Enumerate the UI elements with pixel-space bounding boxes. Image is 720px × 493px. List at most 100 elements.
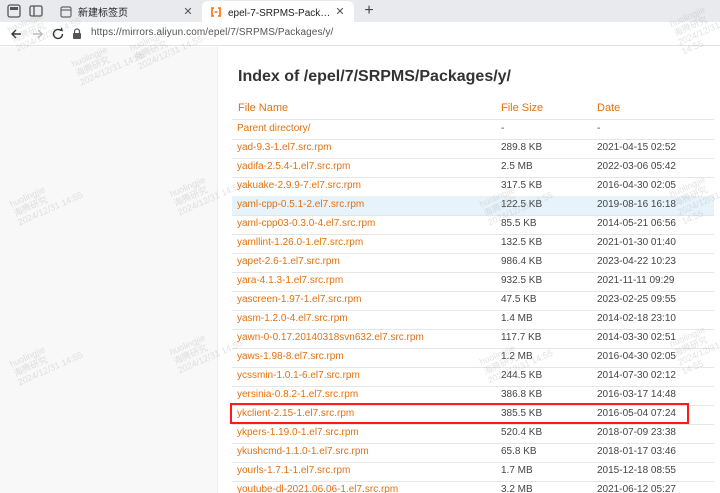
file-link[interactable]: yara-4.1.3-1.el7.src.rpm [237,275,343,286]
file-row: yaml-cpp-0.5.1-2.el7.src.rpm 122.5 KB 2019… [232,196,714,215]
lock-icon[interactable] [70,27,84,41]
tab-actions-icon[interactable] [28,3,44,19]
file-size: 986.4 KB [501,256,543,267]
file-size: 289.8 KB [501,142,543,153]
file-date: 2014-03-30 02:51 [597,332,676,343]
column-header-date[interactable]: Date [597,102,620,114]
file-date: 2022-03-06 05:42 [597,161,676,172]
file-date: 2014-02-18 23:10 [597,313,676,324]
file-date: 2016-04-30 02:05 [597,180,676,191]
tab-title: 新建标签页 [78,8,128,19]
page-left-margin [0,47,218,493]
file-link[interactable]: yamllint-1.26.0-1.el7.src.rpm [237,237,363,248]
forward-arrow-icon[interactable] [30,26,46,42]
file-date: 2019-08-16 16:18 [597,199,676,210]
file-size: 122.5 KB [501,199,543,210]
file-date: 2018-07-09 23:38 [597,427,676,438]
file-row: Parent directory/ - - [232,120,714,139]
reload-icon[interactable] [50,26,66,42]
file-link[interactable]: yersinia-0.8.2-1.el7.src.rpm [237,389,358,400]
file-date: 2016-04-30 02:05 [597,351,676,362]
highlight-callout-box [230,403,689,424]
file-date: 2021-06-12 05:27 [597,484,676,493]
file-size: 65.8 KB [501,446,537,457]
file-row: ykpers-1.19.0-1.el7.src.rpm 520.4 KB 2018-… [232,424,714,443]
file-date: - [597,123,601,134]
close-icon[interactable]: ✕ [334,6,346,18]
new-tab-page-icon [60,5,72,18]
file-row: yaws-1.98-8.el7.src.rpm 1.2 MB 2016-04-30 … [232,348,714,367]
file-size: 1.2 MB [501,351,533,362]
file-row: ykushcmd-1.1.0-1.el7.src.rpm 65.8 KB 2018-… [232,443,714,462]
file-size: 2.5 MB [501,161,533,172]
address-toolbar: https://mirrors.aliyun.com/epel/7/SRPMS/… [0,22,720,46]
file-size: 386.8 KB [501,389,543,400]
file-link[interactable]: yad-9.3-1.el7.src.rpm [237,142,331,153]
file-row: yawn-0-0.17.20140318svn632.el7.src.rpm 11… [232,329,714,348]
file-link[interactable]: yakuake-2.9.9-7.el7.src.rpm [237,180,361,191]
file-link[interactable]: ykpers-1.19.0-1.el7.src.rpm [237,427,359,438]
file-size: 932.5 KB [501,275,543,286]
file-link[interactable]: yourls-1.7.1-1.el7.src.rpm [237,465,350,476]
file-size: 3.2 MB [501,484,533,493]
tab-strip: 新建标签页 ✕ epel-7-SRPMS-Packages-y安装包 ✕ + [0,0,720,22]
file-row: yascreen-1.97-1.el7.src.rpm 47.5 KB 2023-0… [232,291,714,310]
file-date: 2021-11-11 09:29 [597,275,675,286]
file-link[interactable]: yadifa-2.5.4-1.el7.src.rpm [237,161,350,172]
file-date: 2015-12-18 08:55 [597,465,676,476]
file-row: ycssmin-1.0.1-6.el7.src.rpm 244.5 KB 2014-… [232,367,714,386]
file-link[interactable]: yapet-2.6-1.el7.src.rpm [237,256,340,267]
file-size: 117.7 KB [501,332,542,343]
file-size: 1.4 MB [501,313,533,324]
url-field[interactable]: https://mirrors.aliyun.com/epel/7/SRPMS/… [91,27,333,38]
file-size: 85.5 KB [501,218,537,229]
file-link[interactable]: yawn-0-0.17.20140318svn632.el7.src.rpm [237,332,424,343]
column-header-file-size[interactable]: File Size [501,102,543,114]
file-link[interactable]: yaws-1.98-8.el7.src.rpm [237,351,344,362]
file-row: yadifa-2.5.4-1.el7.src.rpm 2.5 MB 2022-03-… [232,158,714,177]
file-date: 2016-03-17 14:48 [597,389,676,400]
file-row: yourls-1.7.1-1.el7.src.rpm 1.7 MB 2015-12-… [232,462,714,481]
page-title: Index of /epel/7/SRPMS/Packages/y/ [238,68,511,85]
file-row: yasm-1.2.0-4.el7.src.rpm 1.4 MB 2014-02-18… [232,310,714,329]
profile-icon[interactable] [6,3,22,19]
column-header-file-name[interactable]: File Name [238,102,288,114]
file-date: 2021-04-15 02:52 [597,142,676,153]
file-size: 132.5 KB [501,237,543,248]
file-link[interactable]: ycssmin-1.0.1-6.el7.src.rpm [237,370,360,381]
file-date: 2023-04-22 10:23 [597,256,676,267]
parent-directory-link[interactable]: Parent directory/ [237,123,310,134]
directory-listing: Index of /epel/7/SRPMS/Packages/y/ File … [218,47,720,493]
file-date: 2014-05-21 06:56 [597,218,676,229]
file-date: 2014-07-30 02:12 [597,370,676,381]
new-tab-button[interactable]: + [360,2,378,20]
file-size: 317.5 KB [501,180,543,191]
aliyun-favicon-icon [211,6,221,17]
close-icon[interactable]: ✕ [182,6,194,18]
file-row: yaml-cpp03-0.3.0-4.el7.src.rpm 85.5 KB 201… [232,215,714,234]
file-size: 244.5 KB [501,370,543,381]
file-row: yamllint-1.26.0-1.el7.src.rpm 132.5 KB 202… [232,234,714,253]
file-link[interactable]: yaml-cpp-0.5.1-2.el7.src.rpm [237,199,364,210]
tab-epel-packages[interactable]: epel-7-SRPMS-Packages-y安装包 ✕ [202,1,354,22]
tab-title: epel-7-SRPMS-Packages-y安装包 [228,8,334,19]
file-size: 47.5 KB [501,294,537,305]
back-arrow-icon[interactable] [8,26,24,42]
file-row: yara-4.1.3-1.el7.src.rpm 932.5 KB 2021-11-… [232,272,714,291]
file-size: 520.4 KB [501,427,543,438]
file-date: 2021-01-30 01:40 [597,237,676,248]
file-link[interactable]: yaml-cpp03-0.3.0-4.el7.src.rpm [237,218,375,229]
tab-new-tab[interactable]: 新建标签页 ✕ [52,1,202,22]
file-row: yapet-2.6-1.el7.src.rpm 986.4 KB 2023-04-2… [232,253,714,272]
file-row: yad-9.3-1.el7.src.rpm 289.8 KB 2021-04-15 … [232,139,714,158]
file-size: - [501,123,505,134]
file-row: yakuake-2.9.9-7.el7.src.rpm 317.5 KB 2016-… [232,177,714,196]
file-link[interactable]: yascreen-1.97-1.el7.src.rpm [237,294,362,305]
file-link[interactable]: yasm-1.2.0-4.el7.src.rpm [237,313,348,324]
file-size: 1.7 MB [501,465,533,476]
file-date: 2023-02-25 09:55 [597,294,676,305]
file-link[interactable]: ykushcmd-1.1.0-1.el7.src.rpm [237,446,369,457]
file-date: 2018-01-17 03:46 [597,446,676,457]
file-row: youtube-dl-2021.06.06-1.el7.src.rpm 3.2 M… [232,481,714,493]
file-link[interactable]: youtube-dl-2021.06.06-1.el7.src.rpm [237,484,398,493]
